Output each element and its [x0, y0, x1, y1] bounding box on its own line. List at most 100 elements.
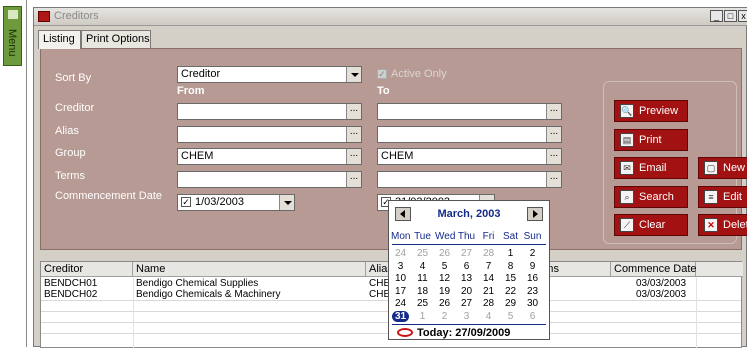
calendar-day-selected[interactable]: 31 — [391, 311, 410, 322]
ellipsis-button[interactable]: ... — [346, 127, 361, 142]
prev-month-button[interactable] — [395, 207, 411, 221]
search-button[interactable]: ⌕ Search — [614, 186, 688, 208]
day-of-week-label: Fri — [482, 231, 495, 242]
terms-from-field[interactable]: ... — [177, 171, 362, 188]
calendar-day[interactable]: 3 — [391, 261, 410, 272]
calendar-day[interactable]: 24 — [391, 298, 410, 309]
calendar-day[interactable]: 20 — [457, 286, 476, 297]
chevron-down-icon[interactable] — [279, 195, 294, 210]
ellipsis-button[interactable]: ... — [546, 149, 561, 164]
active-only-checkbox[interactable]: ✓ Active Only — [377, 68, 447, 80]
ellipsis-button[interactable]: ... — [346, 104, 361, 119]
calendar-divider — [392, 324, 546, 325]
calendar-day[interactable]: 17 — [391, 286, 410, 297]
restore-button[interactable]: □ — [724, 10, 737, 22]
calendar-day[interactable]: 15 — [501, 273, 520, 284]
calendar-day[interactable]: 19 — [435, 286, 454, 297]
day-of-week-label: Thu — [457, 231, 476, 242]
alias-to-field[interactable]: ... — [377, 126, 562, 143]
ellipsis-button[interactable]: ... — [546, 104, 561, 119]
calendar-day[interactable]: 29 — [501, 298, 520, 309]
calendar-day[interactable]: 2 — [435, 311, 454, 322]
calendar-day[interactable]: 25 — [413, 298, 432, 309]
new-button[interactable]: ▢ New — [698, 157, 747, 179]
calendar-day[interactable]: 1 — [413, 311, 432, 322]
email-button[interactable]: ✉ Email — [614, 157, 688, 179]
calendar-day[interactable]: 12 — [435, 273, 454, 284]
group-to-field[interactable]: CHEM ... — [377, 148, 562, 165]
calendar-day[interactable]: 27 — [457, 248, 476, 259]
calendar-day[interactable]: 6 — [523, 311, 542, 322]
calendar-day[interactable]: 5 — [501, 311, 520, 322]
calendar-day[interactable]: 26 — [435, 248, 454, 259]
calendar-day[interactable]: 8 — [501, 261, 520, 272]
calendar-day[interactable]: 25 — [413, 248, 432, 259]
checkbox-icon[interactable]: ✓ — [181, 197, 191, 208]
calendar-day[interactable]: 1 — [501, 248, 520, 259]
tab-listing[interactable]: Listing — [38, 30, 81, 49]
calendar-day[interactable]: 7 — [479, 261, 498, 272]
ellipsis-button[interactable]: ... — [346, 149, 361, 164]
ellipsis-button[interactable]: ... — [546, 127, 561, 142]
calendar-day[interactable]: 10 — [391, 273, 410, 284]
calendar-day[interactable]: 21 — [479, 286, 498, 297]
title-bar[interactable]: Creditors _ □ x — [34, 8, 747, 26]
clear-label: Clear — [639, 219, 666, 231]
calendar-day[interactable]: 16 — [523, 273, 542, 284]
menu-tab[interactable]: Menu — [3, 6, 22, 66]
creditor-from-field[interactable]: ... — [177, 103, 362, 120]
ellipsis-button[interactable]: ... — [546, 172, 561, 187]
ellipsis-button[interactable]: ... — [346, 172, 361, 187]
calendar-day[interactable]: 26 — [435, 298, 454, 309]
column-header-name[interactable]: Name — [133, 262, 366, 277]
calendar-day[interactable]: 27 — [457, 298, 476, 309]
search-icon: ⌕ — [620, 190, 634, 204]
new-label: New — [723, 162, 746, 174]
chevron-down-icon[interactable] — [346, 67, 361, 82]
edit-button[interactable]: ≡ Edit — [698, 186, 747, 208]
alias-from-field[interactable]: ... — [177, 126, 362, 143]
tab-print-options[interactable]: Print Options — [81, 30, 151, 48]
cell-name: Bendigo Chemicals & Machinery — [136, 289, 281, 300]
creditor-to-field[interactable]: ... — [377, 103, 562, 120]
column-header-commence-date[interactable]: Commence Date — [611, 262, 697, 277]
calendar-day[interactable]: 28 — [479, 298, 498, 309]
calendar-day[interactable]: 14 — [479, 273, 498, 284]
commencement-from-picker[interactable]: ✓ 1/03/2003 — [177, 194, 295, 211]
preview-button[interactable]: 🔍 Preview — [614, 100, 688, 122]
column-header-creditor[interactable]: Creditor — [41, 262, 133, 277]
checkbox-icon: ✓ — [377, 69, 387, 80]
calendar-day[interactable]: 18 — [413, 286, 432, 297]
calendar-day[interactable]: 9 — [523, 261, 542, 272]
calendar-day[interactable]: 24 — [391, 248, 410, 259]
email-label: Email — [639, 162, 667, 174]
from-header: From — [177, 85, 205, 97]
sort-by-select[interactable]: Creditor — [177, 66, 362, 83]
calendar-day[interactable]: 23 — [523, 286, 542, 297]
calendar-day[interactable]: 11 — [413, 273, 432, 284]
calendar-day[interactable]: 30 — [523, 298, 542, 309]
calendar-day[interactable]: 4 — [479, 311, 498, 322]
today-link[interactable]: Today: 27/09/2009 — [417, 327, 510, 339]
calendar-day[interactable]: 5 — [435, 261, 454, 272]
delete-button[interactable]: ✕ Delete — [698, 214, 747, 236]
cell-commence-date: 03/03/2003 — [636, 278, 687, 289]
calendar-divider — [392, 244, 546, 245]
calendar-day[interactable]: 28 — [479, 248, 498, 259]
calendar-day[interactable]: 13 — [457, 273, 476, 284]
email-icon: ✉ — [620, 161, 634, 175]
close-button[interactable]: x — [738, 10, 747, 22]
clear-button[interactable]: ⟋ Clear — [614, 214, 688, 236]
group-from-field[interactable]: CHEM ... — [177, 148, 362, 165]
terms-to-field[interactable]: ... — [377, 171, 562, 188]
calendar-day[interactable]: 22 — [501, 286, 520, 297]
search-label: Search — [639, 191, 674, 203]
minimize-button[interactable]: _ — [710, 10, 723, 22]
next-month-button[interactable] — [527, 207, 543, 221]
calendar-day[interactable]: 3 — [457, 311, 476, 322]
calendar-day[interactable]: 6 — [457, 261, 476, 272]
cell-alias: CHE — [369, 278, 391, 289]
calendar-day[interactable]: 4 — [413, 261, 432, 272]
print-button[interactable]: ▤ Print — [614, 129, 688, 151]
calendar-day[interactable]: 2 — [523, 248, 542, 259]
